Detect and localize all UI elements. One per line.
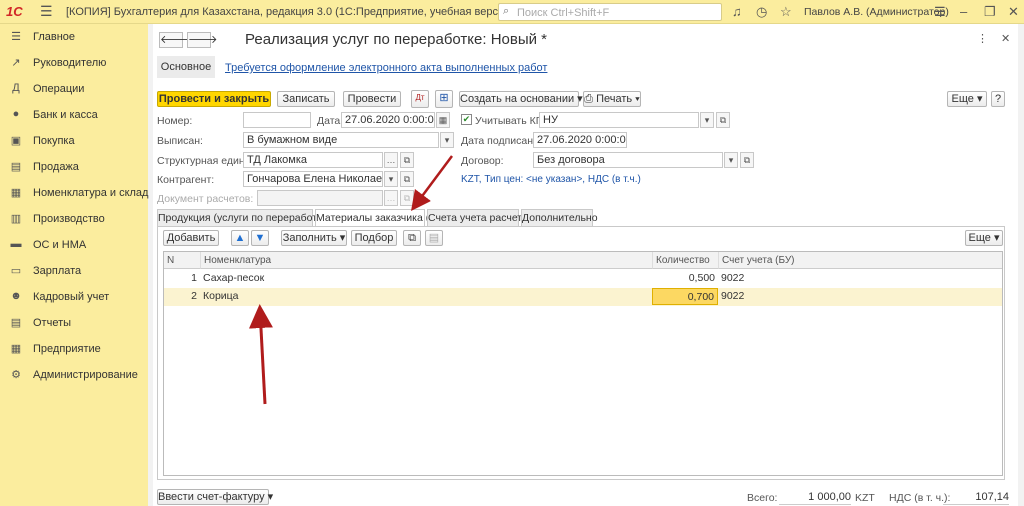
arrow-to-row [248,304,273,405]
annotation-arrows [248,155,454,405]
arrow-to-tab [411,155,454,212]
